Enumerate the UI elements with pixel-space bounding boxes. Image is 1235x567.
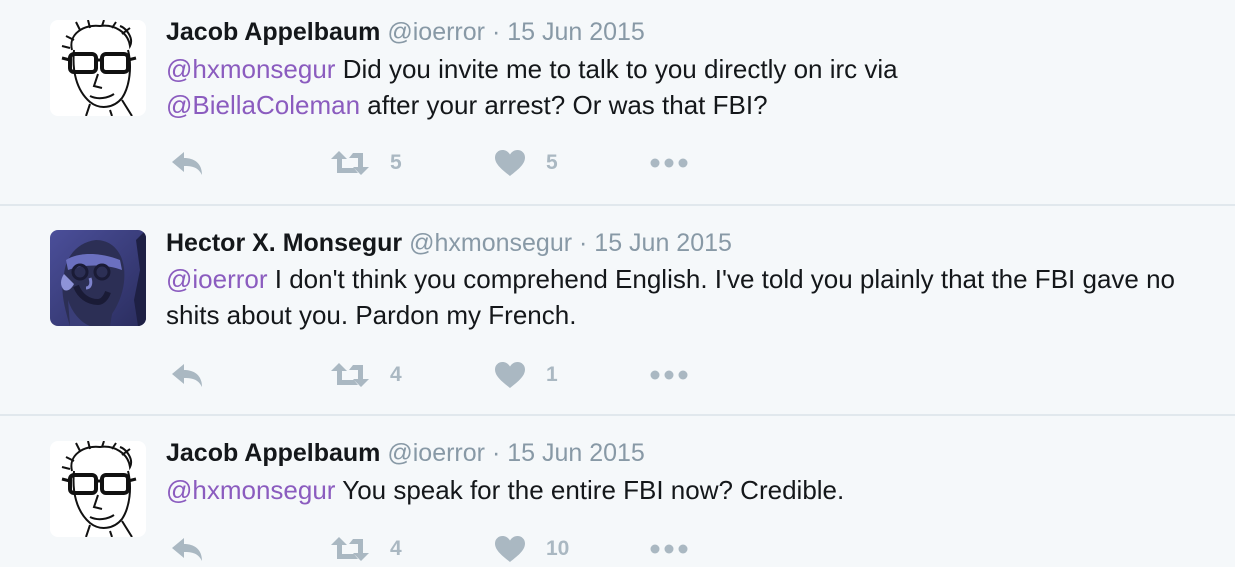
like-button[interactable]: 10 (494, 534, 569, 564)
mention-link[interactable]: @BiellaColeman (166, 90, 360, 120)
reply-button[interactable] (170, 534, 204, 564)
separator: · (579, 229, 588, 257)
retweet-count: 4 (390, 363, 402, 386)
like-button[interactable]: 1 (494, 360, 558, 390)
retweet-icon (331, 363, 369, 387)
reply-icon (172, 364, 202, 387)
tweet-text: @hxmonsegur Did you invite me to talk to… (166, 51, 1206, 123)
retweet-button[interactable]: 4 (330, 534, 402, 564)
retweet-count: 5 (390, 151, 402, 174)
tweet-header: Hector X. Monsegur @hxmonsegur · 15 Jun … (166, 228, 732, 258)
reply-icon (172, 538, 202, 561)
retweet-button[interactable]: 4 (330, 360, 402, 390)
mention-link[interactable]: @hxmonsegur (166, 54, 335, 84)
avatar[interactable] (50, 441, 146, 537)
timestamp[interactable]: 15 Jun 2015 (594, 229, 732, 257)
retweet-count: 4 (390, 537, 402, 560)
mention-link[interactable]: @ioerror (166, 264, 268, 294)
tweet-header: Jacob Appelbaum @ioerror · 15 Jun 2015 (166, 438, 645, 468)
retweet-icon (331, 151, 369, 175)
tweet[interactable]: Hector X. Monsegur @hxmonsegur · 15 Jun … (0, 205, 1235, 415)
username[interactable]: @hxmonsegur (409, 229, 572, 257)
tweet-actions: 5 5 (166, 148, 726, 178)
reply-button[interactable] (170, 148, 204, 178)
timestamp[interactable]: 15 Jun 2015 (507, 18, 645, 46)
heart-icon (495, 362, 525, 388)
tweet-text: @ioerror I don't think you comprehend En… (166, 261, 1206, 333)
like-button[interactable]: 5 (494, 148, 558, 178)
more-button[interactable] (650, 534, 688, 564)
tweet-actions: 4 10 (166, 534, 726, 564)
heart-icon (495, 536, 525, 562)
retweet-icon (331, 537, 369, 561)
separator: · (491, 18, 501, 46)
timestamp[interactable]: 15 Jun 2015 (507, 439, 645, 467)
separator: · (491, 439, 501, 467)
mention-link[interactable]: @hxmonsegur (166, 475, 335, 505)
tweet-text-part: You speak for the entire FBI now? Credib… (335, 475, 845, 505)
display-name[interactable]: Jacob Appelbaum (166, 439, 380, 467)
more-button[interactable] (650, 148, 688, 178)
reply-icon (172, 152, 202, 175)
username[interactable]: @ioerror (387, 18, 485, 46)
tweet[interactable]: Jacob Appelbaum @ioerror · 15 Jun 2015 @… (0, 0, 1235, 205)
heart-icon (495, 150, 525, 176)
tweet-header: Jacob Appelbaum @ioerror · 15 Jun 2015 (166, 17, 645, 47)
like-count: 1 (546, 363, 558, 386)
like-count: 5 (546, 151, 558, 174)
display-name[interactable]: Hector X. Monsegur (166, 229, 402, 257)
tweet-actions: 4 1 (166, 360, 726, 390)
retweet-button[interactable]: 5 (330, 148, 402, 178)
tweet-text-part: Did you invite me to talk to you directl… (335, 54, 898, 84)
more-icon (650, 158, 688, 168)
avatar[interactable] (50, 230, 146, 326)
like-count: 10 (546, 537, 570, 560)
tweet[interactable]: Jacob Appelbaum @ioerror · 15 Jun 2015 @… (0, 415, 1235, 567)
tweet-text-part: I don't think you comprehend English. I'… (166, 264, 1176, 330)
tweet-text-part: after your arrest? Or was that FBI? (360, 90, 768, 120)
tweet-text: @hxmonsegur You speak for the entire FBI… (166, 472, 1206, 508)
display-name[interactable]: Jacob Appelbaum (166, 18, 380, 46)
avatar[interactable] (50, 20, 146, 116)
more-button[interactable] (650, 360, 688, 390)
username[interactable]: @ioerror (387, 439, 485, 467)
reply-button[interactable] (170, 360, 204, 390)
more-icon (650, 544, 688, 554)
more-icon (650, 370, 688, 380)
